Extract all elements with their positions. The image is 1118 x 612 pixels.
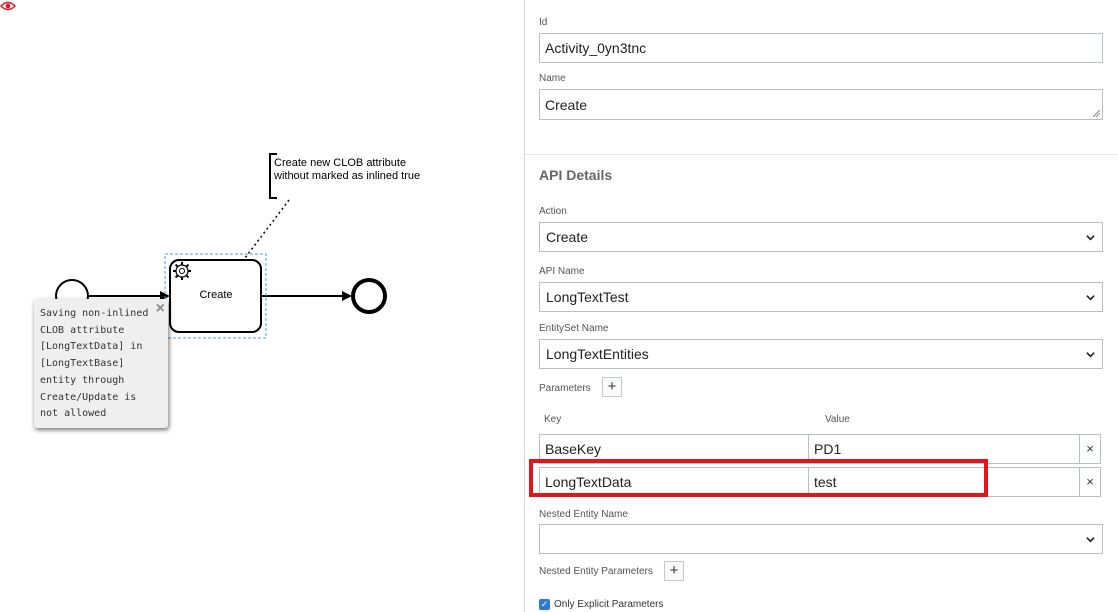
nested-entity-label: Nested Entity Name [539, 509, 628, 520]
only-explicit-label: Only Explicit Parameters [554, 599, 664, 610]
end-event[interactable] [351, 278, 387, 314]
check-icon: ✓ [540, 599, 549, 609]
entityset-select[interactable]: LongTextEntities [539, 339, 1103, 369]
section-divider [525, 154, 1118, 155]
name-value: Create [545, 96, 588, 113]
section-title: API Details [539, 167, 613, 183]
parameter-value-input[interactable]: PD1 [808, 434, 1080, 464]
action-value: Create [546, 229, 589, 245]
chevron-down-icon [1086, 352, 1095, 358]
delete-parameter-button[interactable]: × [1079, 467, 1101, 497]
chevron-down-icon [1086, 537, 1095, 543]
bpmn-canvas[interactable]: Create Create new CLOB attribute without… [0, 0, 524, 612]
key-column-header: Key [544, 414, 562, 425]
annotation-line: Create new CLOB attribute [274, 157, 407, 169]
name-label: Name [539, 73, 566, 84]
properties-panel: Id Activity_0yn3tnc Name Create API Deta… [524, 0, 1118, 612]
chevron-down-icon [1086, 295, 1095, 301]
entityset-label: EntitySet Name [539, 323, 609, 334]
annotation-line: without marked as inlined true [274, 170, 421, 182]
text-annotation[interactable]: Create new CLOB attribute without marked… [274, 157, 444, 183]
parameter-value-input[interactable]: test [808, 467, 1080, 497]
task-label: Create [199, 289, 233, 301]
add-nested-parameter-button[interactable]: + [664, 561, 684, 581]
entityset-value: LongTextEntities [546, 346, 649, 362]
eye-warning-icon[interactable] [0, 0, 16, 12]
nested-params-label: Nested Entity Parameters [539, 566, 653, 577]
parameter-key-input[interactable]: LongTextData [539, 467, 809, 497]
api-name-value: LongTextTest [546, 289, 629, 305]
nested-entity-select[interactable] [539, 524, 1103, 554]
api-name-select[interactable]: LongTextTest [539, 282, 1103, 312]
association-line [244, 199, 290, 259]
chevron-down-icon [1086, 235, 1095, 241]
api-name-label: API Name [539, 266, 585, 277]
name-textarea[interactable]: Create [539, 89, 1103, 120]
only-explicit-checkbox[interactable]: ✓ [539, 599, 550, 610]
action-select[interactable]: Create [539, 222, 1103, 252]
id-label: Id [539, 17, 548, 28]
action-label: Action [539, 206, 567, 217]
resize-handle-icon[interactable] [1093, 110, 1100, 117]
value-column-header: Value [825, 414, 850, 425]
id-input[interactable]: Activity_0yn3tnc [539, 33, 1103, 63]
close-icon[interactable]: × [156, 300, 165, 318]
add-parameter-button[interactable]: + [602, 377, 622, 397]
parameters-label: Parameters [539, 383, 591, 394]
tooltip-message: Saving non-inlined CLOB attribute [LongT… [40, 308, 149, 420]
delete-parameter-button[interactable]: × [1079, 434, 1101, 464]
validation-tooltip: Saving non-inlined CLOB attribute [LongT… [34, 299, 168, 428]
parameter-key-input[interactable]: BaseKey [539, 434, 809, 464]
arrowhead-icon [342, 291, 352, 301]
